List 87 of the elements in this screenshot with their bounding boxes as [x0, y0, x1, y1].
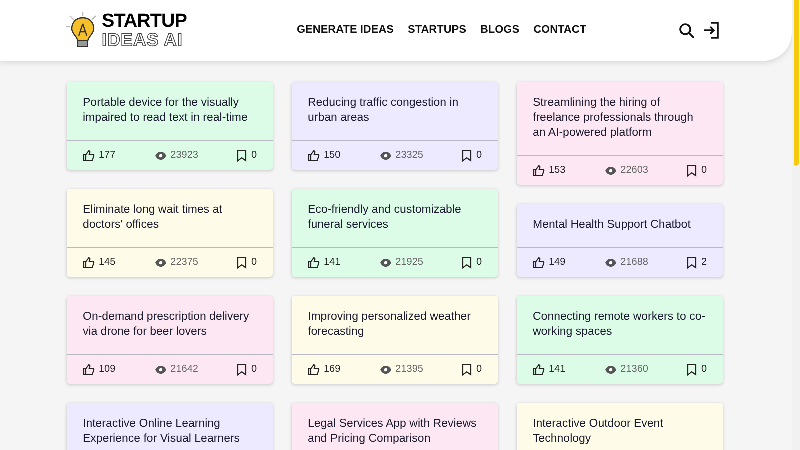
- idea-title: Interactive Outdoor Event Technology: [533, 417, 664, 447]
- save-count: 0: [701, 164, 707, 178]
- thumbs-up-icon[interactable]: [533, 256, 545, 268]
- eye-icon: [154, 258, 167, 266]
- idea-card[interactable]: Interactive Outdoor Event Technology: [517, 403, 723, 450]
- eye-icon: [604, 258, 617, 266]
- idea-card[interactable]: On-demand prescription delivery via drone for beer lovers 109 21642 0: [67, 296, 273, 384]
- eye-icon: [154, 366, 167, 374]
- idea-card[interactable]: Eliminate long wait times at doctors' offices 145 22375 0: [67, 189, 273, 277]
- eye-icon: [154, 152, 167, 160]
- view-count: 23923: [170, 149, 198, 163]
- idea-card[interactable]: Reducing traffic congestion in urban areas 150 23325 0: [292, 82, 498, 170]
- idea-title: Reducing traffic congestion in urban areas: [308, 96, 460, 126]
- like-count: 109: [99, 363, 116, 377]
- like-count: 177: [99, 149, 116, 163]
- eye-icon: [604, 366, 617, 374]
- thumbs-up-icon[interactable]: [83, 364, 95, 376]
- scrollbar-thumb[interactable]: [794, 0, 799, 166]
- idea-title: Connecting remote workers to co-working spaces: [533, 310, 707, 340]
- save-count: 0: [251, 256, 257, 270]
- bookmark-icon[interactable]: [687, 256, 698, 268]
- idea-title: Portable device for the visually impaired to read text in real-time: [83, 96, 249, 126]
- thumbs-up-icon[interactable]: [533, 364, 545, 376]
- idea-title: Interactive Online Learning Experience for Visual Learners: [83, 417, 242, 447]
- view-count: 22375: [170, 256, 198, 270]
- idea-title: Streamlining the hiring of freelance professionals through an AI-powered platform: [533, 96, 694, 141]
- idea-card[interactable]: Connecting remote workers to co-working spaces 141 21360 0: [517, 296, 723, 384]
- like-count: 145: [99, 256, 116, 270]
- bookmark-icon[interactable]: [462, 364, 472, 376]
- bookmark-icon[interactable]: [687, 164, 698, 176]
- idea-title: Eliminate long wait times at doctors' offices: [83, 203, 224, 233]
- idea-card[interactable]: Mental Health Support Chatbot 149 21688 2: [517, 204, 723, 277]
- bookmark-icon[interactable]: [237, 364, 248, 376]
- nav-link[interactable]: GENERATE IDEAS: [297, 22, 394, 39]
- view-count: 21925: [396, 256, 424, 270]
- like-count: 141: [324, 256, 341, 270]
- view-count: 21395: [396, 363, 424, 377]
- idea-title: On-demand prescription delivery via drone for beer lovers: [83, 310, 250, 340]
- save-count: 0: [701, 363, 707, 377]
- idea-title: Mental Health Support Chatbot: [533, 218, 692, 233]
- like-count: 169: [324, 363, 341, 377]
- idea-title: Eco-friendly and customizable funeral services: [308, 203, 462, 233]
- save-count: 2: [701, 256, 707, 270]
- view-count: 23325: [396, 149, 424, 163]
- eye-icon: [604, 166, 617, 174]
- search-icon[interactable]: [679, 22, 695, 38]
- idea-card[interactable]: Interactive Online Learning Experience for Visual Learners: [67, 403, 273, 450]
- logo-subtitle: IDEAS AI: [102, 31, 184, 49]
- thumbs-up-icon[interactable]: [533, 164, 545, 176]
- thumbs-up-icon[interactable]: [308, 150, 320, 162]
- eye-icon: [380, 152, 392, 160]
- thumbs-up-icon[interactable]: [308, 364, 320, 376]
- bookmark-icon[interactable]: [237, 256, 248, 268]
- idea-card[interactable]: Legal Services App with Reviews and Pricing Comparison: [292, 403, 498, 450]
- thumbs-up-icon[interactable]: [83, 150, 95, 162]
- nav-link[interactable]: CONTACT: [534, 22, 587, 39]
- save-count: 0: [476, 149, 482, 163]
- bookmark-icon[interactable]: [462, 256, 472, 268]
- like-count: 150: [324, 149, 341, 163]
- nav-link[interactable]: STARTUPS: [408, 22, 466, 39]
- thumbs-up-icon[interactable]: [83, 256, 95, 268]
- like-count: 153: [549, 164, 566, 178]
- login-icon[interactable]: [703, 22, 720, 39]
- idea-card[interactable]: Eco-friendly and customizable funeral services 141 21925 0: [292, 189, 498, 277]
- view-count: 21642: [170, 363, 198, 377]
- bookmark-icon[interactable]: [462, 150, 472, 162]
- save-count: 0: [251, 149, 257, 163]
- eye-icon: [380, 366, 392, 374]
- logo-text: STARTUP: [102, 12, 187, 31]
- save-count: 0: [251, 363, 257, 377]
- idea-title: Legal Services App with Reviews and Pricing Comparison: [308, 417, 478, 447]
- nav-link[interactable]: BLOGS: [480, 22, 520, 39]
- idea-card[interactable]: Streamlining the hiring of freelance professionals through an AI-powered platform 153 22603 0: [517, 82, 723, 185]
- like-count: 149: [549, 256, 566, 270]
- idea-card[interactable]: Improving personalized weather forecasting 169 21395 0: [292, 296, 498, 384]
- eye-icon: [380, 258, 392, 266]
- view-count: 21360: [620, 363, 648, 377]
- idea-title: Improving personalized weather forecasting: [308, 310, 472, 340]
- save-count: 0: [476, 256, 482, 270]
- thumbs-up-icon[interactable]: [308, 256, 320, 268]
- view-count: 22603: [620, 164, 648, 178]
- bookmark-icon[interactable]: [687, 364, 698, 376]
- bookmark-icon[interactable]: [237, 150, 248, 162]
- like-count: 141: [549, 363, 566, 377]
- view-count: 21688: [620, 256, 648, 270]
- idea-card[interactable]: Portable device for the visually impaired to read text in real-time 177 23923 0: [67, 82, 273, 170]
- save-count: 0: [476, 363, 482, 377]
